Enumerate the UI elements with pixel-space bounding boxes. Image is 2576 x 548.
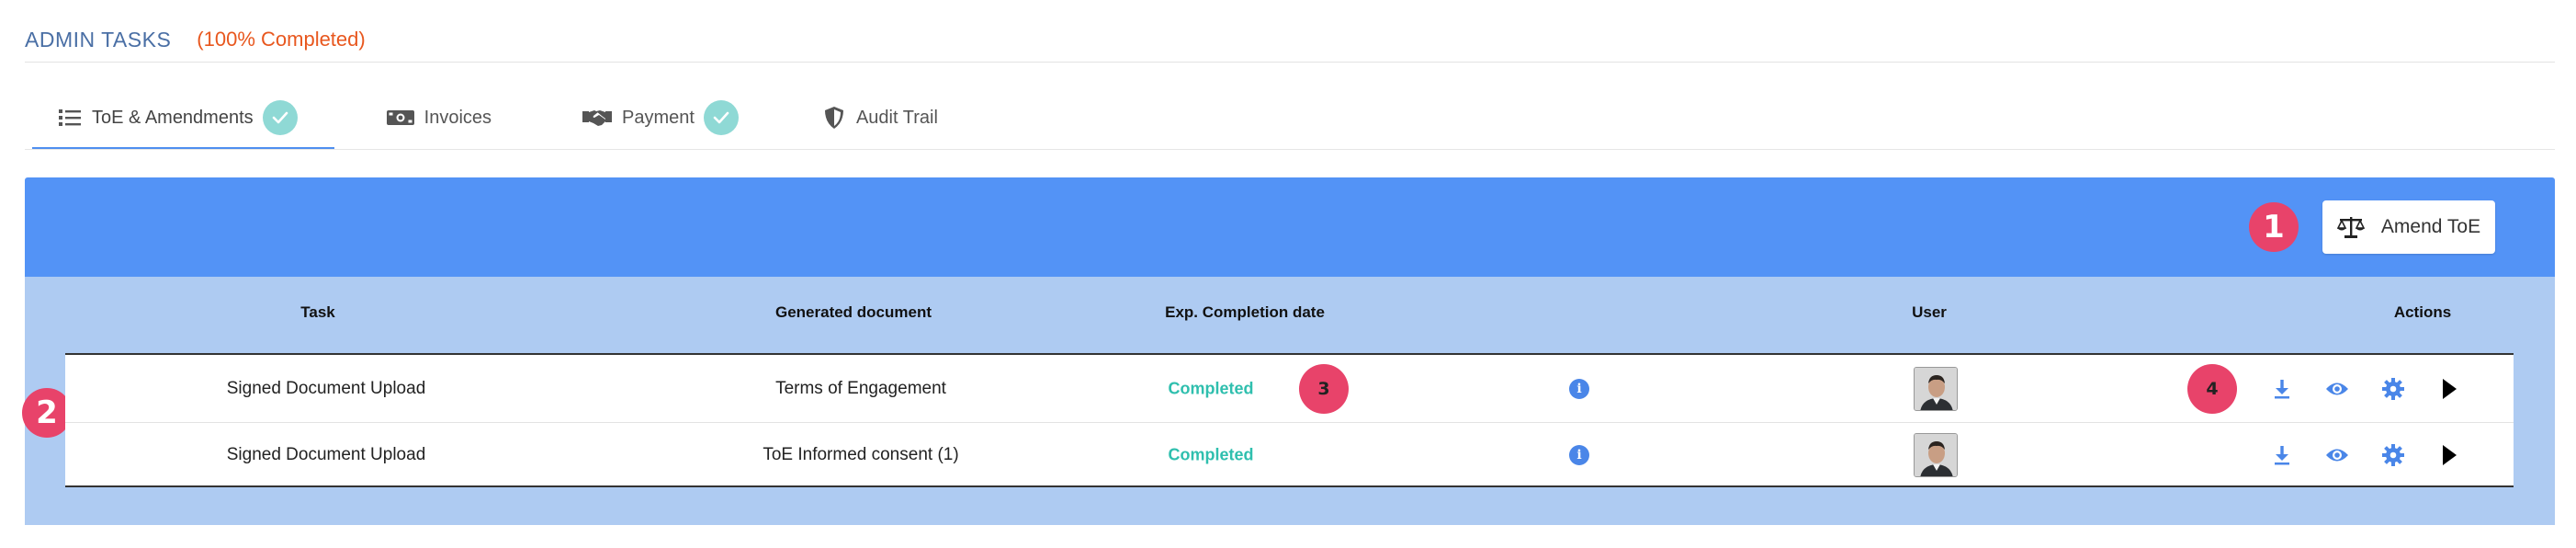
download-icon[interactable] — [2273, 445, 2291, 465]
tab-label: ToE & Amendments — [92, 107, 254, 128]
document-cell: ToE Informed consent (1) — [763, 445, 959, 464]
avatar — [1914, 433, 1958, 477]
list-icon — [57, 105, 83, 131]
balance-scale-icon — [2336, 215, 2365, 239]
task-cell: Signed Document Upload — [226, 445, 426, 464]
amend-toe-label: Amend ToE — [2380, 216, 2481, 237]
play-icon[interactable] — [2441, 378, 2457, 400]
avatar — [1914, 366, 1958, 411]
table-row: Signed Document Upload ToE Informed cons… — [65, 422, 2514, 487]
gear-icon[interactable] — [2382, 377, 2404, 400]
handshake-icon — [582, 105, 613, 131]
gear-icon[interactable] — [2382, 444, 2404, 466]
info-icon[interactable]: i — [1569, 378, 1589, 399]
column-header-task: Task — [300, 303, 335, 321]
header-divider — [25, 62, 2555, 63]
tab-audit-trail[interactable]: Audit Trail — [821, 87, 938, 148]
callout-badge-3: 3 — [1299, 363, 1349, 414]
panel-toolbar — [25, 177, 2555, 277]
tab-bar: ToE & Amendments Invoices Payment Audit … — [25, 87, 938, 150]
money-bill-icon — [386, 105, 415, 131]
play-icon[interactable] — [2441, 444, 2457, 466]
tab-payment[interactable]: Payment — [582, 87, 739, 148]
download-icon[interactable] — [2273, 379, 2291, 399]
tab-toe-amendments[interactable]: ToE & Amendments — [32, 87, 334, 150]
callout-badge-4: 4 — [2187, 363, 2237, 414]
document-cell: Terms of Engagement — [775, 378, 946, 398]
status-cell: Completed — [1168, 445, 1254, 464]
tabs-divider — [25, 149, 2555, 150]
tab-label: Audit Trail — [855, 107, 938, 128]
eye-icon[interactable] — [2325, 447, 2349, 463]
page-header: ADMIN TASKS (100% Completed) — [25, 17, 366, 63]
shield-icon — [821, 105, 847, 131]
info-icon[interactable]: i — [1569, 445, 1589, 465]
amend-toe-button[interactable]: Amend ToE — [2322, 200, 2495, 254]
tab-label: Payment — [622, 107, 695, 128]
column-header-actions: Actions — [2393, 303, 2452, 321]
task-cell: Signed Document Upload — [226, 378, 426, 398]
status-cell: Completed — [1168, 379, 1254, 397]
column-header-document: Generated document — [774, 303, 932, 321]
completion-status: (100% Completed) — [197, 28, 366, 51]
tab-label: Invoices — [424, 107, 492, 128]
column-header-date: Exp. Completion date — [1165, 303, 1325, 321]
tab-invoices[interactable]: Invoices — [386, 87, 491, 148]
column-header-user: User — [1912, 303, 1947, 321]
check-icon — [703, 100, 739, 135]
eye-icon[interactable] — [2325, 381, 2349, 397]
page-title: ADMIN TASKS — [25, 27, 172, 51]
callout-badge-1: 1 — [2249, 202, 2299, 252]
callout-badge-2: 2 — [22, 388, 72, 438]
check-icon — [262, 100, 298, 135]
table-row: Signed Document Upload Terms of Engageme… — [65, 356, 2514, 421]
tasks-table: Signed Document Upload Terms of Engageme… — [65, 353, 2514, 487]
